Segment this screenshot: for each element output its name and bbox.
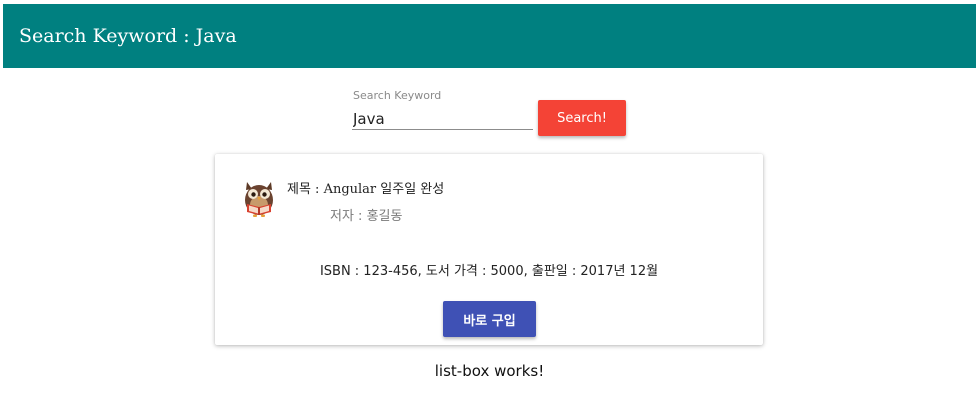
- search-button[interactable]: Search!: [538, 100, 626, 136]
- book-card: 제목 : Angular 일주일 완성 저자 : 홍길동 ISBN : 123-…: [215, 154, 763, 345]
- book-title: 제목 : Angular 일주일 완성: [287, 182, 445, 197]
- list-box-status: list-box works!: [434, 362, 545, 380]
- search-input[interactable]: [352, 108, 533, 130]
- book-details: ISBN : 123-456, 도서 가격 : 5000, 출판일 : 2017…: [319, 264, 659, 279]
- search-field: Search Keyword: [352, 88, 533, 134]
- toolbar: Search Keyword : Java: [3, 4, 976, 68]
- owl-reading-icon: [241, 178, 277, 218]
- search-label: Search Keyword: [353, 89, 442, 102]
- book-author: 저자 : 홍길동: [330, 209, 403, 224]
- buy-now-button[interactable]: 바로 구입: [443, 301, 536, 337]
- page: Search Keyword : Java Search Keyword Sea…: [0, 0, 979, 410]
- toolbar-title: Search Keyword : Java: [19, 25, 237, 47]
